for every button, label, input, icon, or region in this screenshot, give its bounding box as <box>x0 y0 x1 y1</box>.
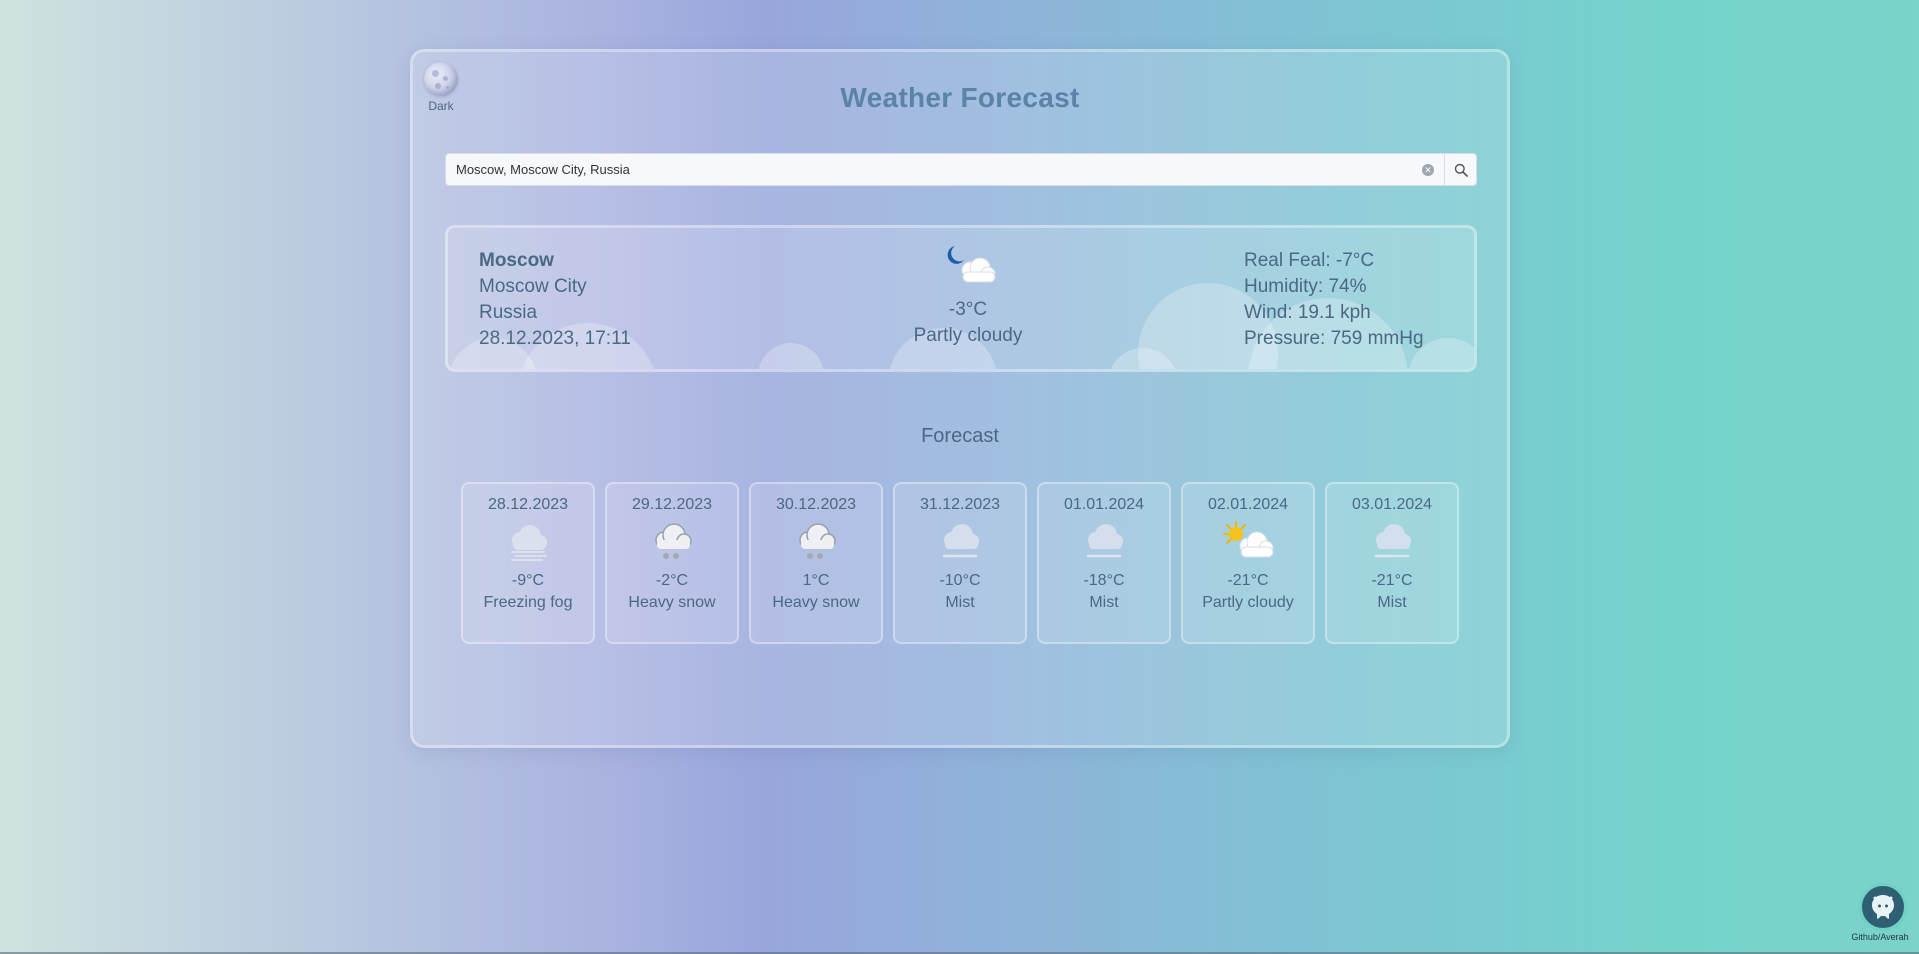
forecast-temp: -2°C <box>655 572 689 589</box>
pressure: Pressure: 759 mmHg <box>1244 328 1424 349</box>
current-weather-card: Moscow Moscow City Russia 28.12.2023, 17… <box>445 225 1477 372</box>
forecast-card[interactable]: 02.01.2024 -21°C Partly cloudy <box>1181 482 1315 644</box>
sun-cloud-icon <box>1223 521 1274 558</box>
real-feel: Real Feal: -7°C <box>1244 250 1375 271</box>
forecast-condition: Freezing fog <box>483 594 573 611</box>
search-button[interactable] <box>1444 154 1476 185</box>
current-conditions: -3°C Partly cloudy <box>848 242 1088 347</box>
forecast-condition: Mist <box>1377 594 1407 611</box>
search-input[interactable] <box>446 154 1422 185</box>
clear-icon[interactable]: ✕ <box>1422 163 1434 176</box>
current-temperature: -3°C <box>948 299 988 320</box>
forecast-condition: Heavy snow <box>772 594 860 611</box>
forecast-condition: Partly cloudy <box>1202 594 1294 611</box>
forecast-card[interactable]: 31.12.2023 -10°C Mist <box>893 482 1027 644</box>
weather-details: Real Feal: -7°C Humidity: 74% Wind: 19.1… <box>1244 248 1424 352</box>
page-title: Weather Forecast <box>840 82 1080 113</box>
forecast-condition: Mist <box>1089 594 1119 611</box>
forecast-date: 29.12.2023 <box>631 496 713 513</box>
github-link[interactable]: Github/Averah <box>1851 883 1909 942</box>
snow-cloud-icon <box>799 523 836 559</box>
forecast-card[interactable]: 03.01.2024 -21°C Mist <box>1325 482 1459 644</box>
forecast-temp: -10°C <box>939 572 981 589</box>
moon-cloud-icon <box>947 246 996 283</box>
local-datetime: 28.12.2023, 17:11 <box>479 328 631 349</box>
forecast-date: 02.01.2024 <box>1207 496 1289 513</box>
mist-icon <box>1086 524 1123 558</box>
forecast-date: 30.12.2023 <box>775 496 857 513</box>
forecast-card[interactable]: 01.01.2024 -18°C Mist <box>1037 482 1171 644</box>
forecast-temp: 1°C <box>802 572 830 589</box>
city-name: Moscow <box>479 250 554 271</box>
forecast-card[interactable]: 28.12.2023 -9°C Freezing fog <box>461 482 595 644</box>
forecast-date: 03.01.2024 <box>1351 496 1433 513</box>
mist-icon <box>1374 524 1411 558</box>
github-label: Github/Averah <box>1851 932 1909 942</box>
forecast-date: 31.12.2023 <box>919 496 1001 513</box>
search-bar: ✕ <box>445 153 1477 186</box>
humidity: Humidity: 74% <box>1244 276 1367 297</box>
forecast-card[interactable]: 30.12.2023 1°C Heavy snow <box>749 482 883 644</box>
forecast-temp: -21°C <box>1227 572 1269 589</box>
forecast-temp: -18°C <box>1083 572 1125 589</box>
location-info: Moscow Moscow City Russia 28.12.2023, 17… <box>479 248 631 352</box>
current-condition: Partly cloudy <box>913 325 1023 346</box>
forecast-condition: Heavy snow <box>628 594 716 611</box>
snow-cloud-icon <box>655 523 692 559</box>
forecast-temp: -9°C <box>511 572 545 589</box>
weather-app-panel: Dark Weather Forecast ✕ Moscow Moscow Ci… <box>410 49 1510 748</box>
forecast-date: 01.01.2024 <box>1063 496 1145 513</box>
region-name: Moscow City <box>479 276 587 297</box>
forecast-temp: -21°C <box>1371 572 1413 589</box>
github-icon <box>1859 883 1907 931</box>
country-name: Russia <box>479 302 538 323</box>
forecast-date: 28.12.2023 <box>487 496 569 513</box>
search-icon <box>1454 163 1468 177</box>
forecast-card[interactable]: 29.12.2023 -2°C Heavy snow <box>605 482 739 644</box>
mist-icon <box>942 524 979 558</box>
fog-icon <box>511 525 547 561</box>
forecast-list: 28.12.2023 -9°C Freezing fog 29.12.2023 … <box>461 482 1459 644</box>
forecast-condition: Mist <box>945 594 975 611</box>
forecast-title: Forecast <box>921 425 999 447</box>
wind: Wind: 19.1 kph <box>1244 302 1371 323</box>
